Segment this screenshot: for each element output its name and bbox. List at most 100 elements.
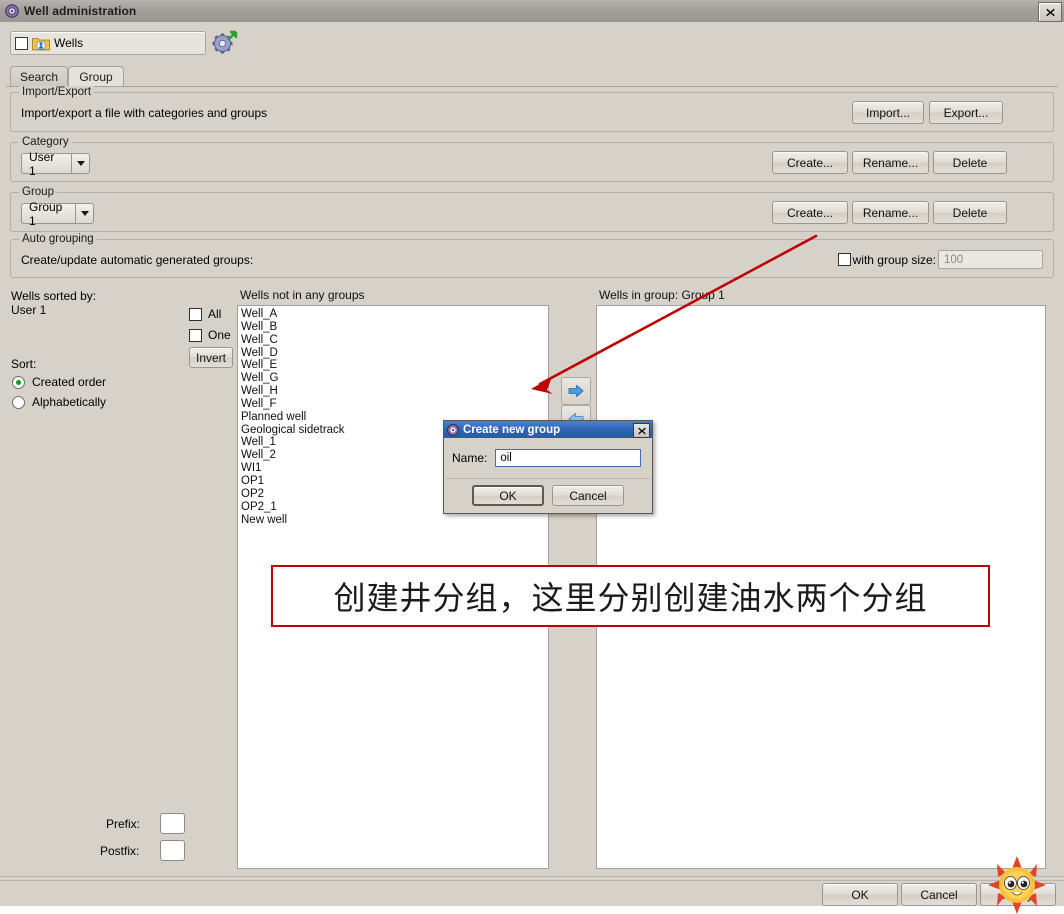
with-group-size-label: with group size: (852, 252, 936, 267)
annotation-text: 创建井分组，这里分别创建油水两个分组 (333, 579, 928, 617)
group-legend: Group (19, 186, 57, 198)
group-rename-button[interactable]: Rename... (852, 201, 929, 224)
select-all-row: All (189, 307, 221, 321)
category-legend: Category (19, 136, 72, 148)
top-selector-bar: Wells (0, 22, 1064, 64)
dialog-ok-button[interactable]: OK (472, 485, 544, 506)
import-button-label: Import... (865, 105, 910, 120)
export-button-label: Export... (943, 105, 989, 120)
dialog-ok-label: OK (499, 488, 517, 503)
select-one-label: One (208, 328, 231, 342)
sort-label: Sort: (11, 357, 37, 371)
radio-created-order[interactable] (12, 375, 25, 389)
list-item[interactable]: New well (241, 514, 548, 527)
auto-grouping-group: Auto grouping Create/update automatic ge… (10, 233, 1054, 278)
wells-sorted-by-value: User 1 (11, 303, 47, 317)
select-one-checkbox[interactable] (189, 328, 202, 342)
tab-search[interactable]: Search (10, 66, 68, 86)
prefix-input[interactable] (160, 813, 185, 834)
postfix-label: Postfix: (100, 844, 140, 858)
group-combo-arrow[interactable] (75, 203, 94, 224)
category-combo[interactable]: User 1 (21, 150, 90, 178)
footer-divider-2 (0, 880, 1064, 881)
wells-in-group-caption: Wells in group: Group 1 (599, 288, 725, 302)
wells-sorted-by-label: Wells sorted by: (11, 289, 97, 303)
close-icon (1045, 8, 1055, 16)
group-delete-button[interactable]: Delete (933, 201, 1007, 224)
select-all-checkbox[interactable] (189, 307, 202, 321)
cancel-button[interactable]: Cancel (901, 883, 977, 906)
settings-gear-button[interactable] (212, 30, 238, 56)
auto-grouping-legend: Auto grouping (19, 233, 97, 245)
group-create-button[interactable]: Create... (772, 201, 848, 224)
create-new-group-dialog: Create new group Name: oil OK Cancel (443, 420, 653, 514)
list-item[interactable]: Well_C (241, 334, 548, 347)
window-title: Well administration (24, 4, 137, 18)
dialog-titlebar: Create new group (444, 421, 652, 438)
apply-button[interactable]: Apply (980, 883, 1056, 906)
annotation-box: 创建井分组，这里分别创建油水两个分组 (271, 565, 990, 627)
ok-button[interactable]: OK (822, 883, 898, 906)
group-combo[interactable]: Group 1 (21, 200, 94, 228)
arrow-right-icon (568, 384, 584, 398)
with-group-size-row: with group size: 100 (837, 250, 1043, 269)
list-item[interactable]: Well_E (241, 359, 548, 372)
window-titlebar: Well administration (0, 0, 1064, 23)
close-icon (637, 427, 646, 434)
sort-alphabetically-label: Alphabetically (32, 395, 107, 409)
list-item[interactable]: Well_D (241, 347, 548, 360)
group-combo-value: Group 1 (21, 200, 75, 228)
wells-selector-label: Wells (54, 36, 84, 50)
sort-option-created-order[interactable]: Created order (12, 375, 106, 389)
list-item[interactable]: Well_A (241, 308, 548, 321)
app-icon (5, 4, 19, 18)
sort-option-alphabetically[interactable]: Alphabetically (12, 395, 106, 409)
cancel-button-label: Cancel (920, 887, 958, 902)
list-item[interactable]: Well_G (241, 372, 548, 385)
dialog-app-icon (447, 423, 459, 436)
wells-folder-icon (32, 37, 50, 50)
group-group: Group Group 1 Create... Rename... Delete (10, 186, 1054, 232)
list-item[interactable]: Well_H (241, 385, 548, 398)
list-item[interactable]: Well_F (241, 398, 548, 411)
chevron-down-icon (76, 161, 85, 166)
tabpanel-divider (6, 86, 1058, 89)
tab-group[interactable]: Group (68, 66, 124, 86)
category-combo-value: User 1 (21, 150, 71, 178)
with-group-size-checkbox[interactable] (837, 253, 851, 266)
dialog-close-button[interactable] (633, 423, 650, 438)
auto-grouping-description: Create/update automatic generated groups… (21, 253, 254, 267)
dialog-button-row: OK Cancel (444, 485, 652, 506)
group-create-label: Create... (786, 205, 834, 220)
tabstrip: Search Group (6, 66, 1058, 87)
gear-icon (212, 30, 238, 54)
wells-selector-checkbox[interactable] (15, 36, 28, 50)
import-button[interactable]: Import... (852, 101, 924, 124)
category-delete-label: Delete (952, 155, 988, 170)
export-button[interactable]: Export... (929, 101, 1003, 124)
import-export-group: Import/Export Import/export a file with … (10, 86, 1054, 132)
window-close-button[interactable] (1038, 2, 1062, 22)
import-export-legend: Import/Export (19, 86, 95, 98)
postfix-input[interactable] (160, 840, 185, 861)
invert-selection-button[interactable]: Invert (189, 347, 233, 368)
radio-alphabetically[interactable] (12, 395, 25, 409)
dialog-name-input[interactable]: oil (495, 449, 642, 467)
well-administration-window: Well administration Wells Search Group I… (0, 0, 1064, 914)
category-rename-button[interactable]: Rename... (852, 151, 929, 174)
group-size-input[interactable]: 100 (938, 250, 1043, 269)
category-group: Category User 1 Create... Rename... Dele… (10, 136, 1054, 182)
list-item[interactable]: Well_B (241, 321, 548, 334)
category-combo-arrow[interactable] (71, 153, 90, 174)
category-delete-button[interactable]: Delete (933, 151, 1007, 174)
category-create-button[interactable]: Create... (772, 151, 848, 174)
group-rename-label: Rename... (862, 205, 919, 220)
chevron-down-icon (80, 211, 89, 216)
tab-group-label: Group (79, 69, 113, 84)
tab-search-label: Search (19, 69, 59, 84)
group-delete-label: Delete (952, 205, 988, 220)
wells-selector[interactable]: Wells (10, 31, 206, 55)
select-all-label: All (208, 307, 222, 321)
dialog-cancel-button[interactable]: Cancel (552, 485, 624, 506)
add-to-group-button[interactable] (561, 377, 591, 405)
